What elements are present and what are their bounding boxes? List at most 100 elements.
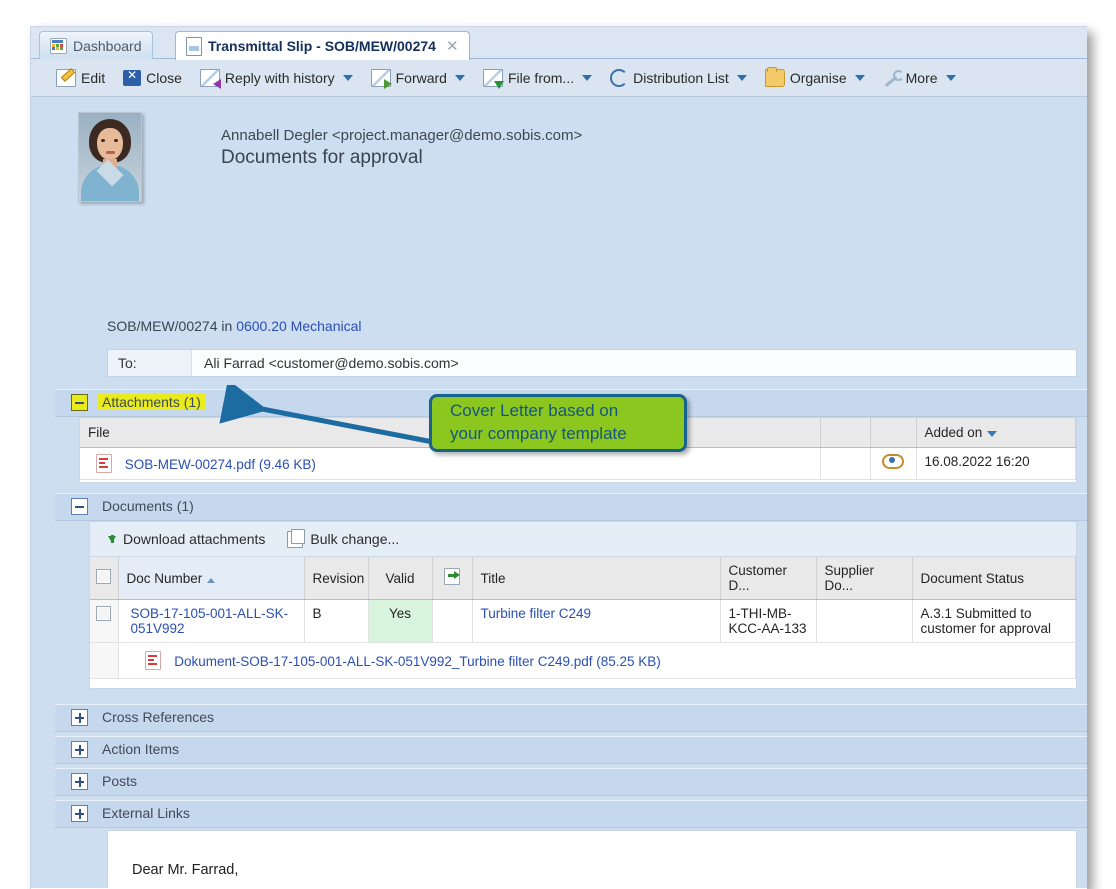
tab-transmittal-slip[interactable]: Transmittal Slip - SOB/MEW/00274 ✕ <box>175 31 470 60</box>
eye-icon[interactable] <box>882 454 904 469</box>
section-title-cross-references: Cross References <box>102 709 214 725</box>
attachment-file-link[interactable]: SOB-MEW-00274.pdf (9.46 KB) <box>125 457 316 472</box>
download-attachments-button[interactable]: Download attachments <box>108 531 265 547</box>
column-added-on[interactable]: Added on <box>916 418 1076 448</box>
copy-pages-icon <box>287 531 303 548</box>
distribution-list-button[interactable]: Distribution List <box>601 65 756 91</box>
recipient-row: To: Ali Farrad <customer@demo.sobis.com> <box>107 349 1077 377</box>
attachment-added-on-cell: 16.08.2022 16:20 <box>916 448 1076 480</box>
green-arrow-icon <box>444 568 460 585</box>
section-header-external-links[interactable]: External Links <box>55 800 1087 828</box>
file-from-button-label: File from... <box>508 70 574 86</box>
row-checkbox-cell[interactable] <box>90 600 118 643</box>
section-header-posts[interactable]: Posts <box>55 768 1087 796</box>
transfer-cell <box>432 600 472 643</box>
edit-button-label: Edit <box>81 70 105 86</box>
document-status-cell: A.3.1 Submitted to customer for approval <box>912 600 1076 643</box>
checkbox-icon[interactable] <box>96 606 111 621</box>
expand-toggle-posts[interactable] <box>71 773 88 790</box>
slip-folder-link[interactable]: 0600.20 Mechanical <box>236 318 361 334</box>
more-button[interactable]: More <box>874 66 965 90</box>
documents-table: Doc Number Revision Valid Title Customer… <box>90 557 1076 679</box>
edit-pencil-icon <box>56 69 76 87</box>
slip-id: SOB/MEW/00274 <box>107 318 218 334</box>
folder-icon <box>765 69 785 87</box>
pdf-icon <box>145 651 161 670</box>
section-header-cross-references[interactable]: Cross References <box>55 704 1087 732</box>
chevron-down-icon[interactable] <box>582 75 592 81</box>
expand-toggle-action-items[interactable] <box>71 741 88 758</box>
document-attachment-link[interactable]: Dokument-SOB-17-105-001-ALL-SK-051V992_T… <box>174 654 661 669</box>
column-supplier-doc[interactable]: Supplier Do... <box>816 557 912 600</box>
avatar <box>78 112 142 202</box>
column-blank-2 <box>870 418 916 448</box>
supplier-doc-cell <box>816 600 912 643</box>
organise-button[interactable]: Organise <box>756 65 874 91</box>
tab-dashboard-label: Dashboard <box>73 38 142 54</box>
column-transfer[interactable] <box>432 557 472 600</box>
checkbox-icon[interactable] <box>96 569 111 584</box>
record-body: Annabell Degler <project.manager@demo.so… <box>31 97 1087 888</box>
collapse-toggle-documents[interactable] <box>71 498 88 515</box>
attachment-spacer-cell <box>90 643 118 679</box>
left-rail <box>31 97 55 888</box>
forward-button-label: Forward <box>396 70 447 86</box>
table-row[interactable]: SOB-MEW-00274.pdf (9.46 KB) 16.08.2022 1… <box>80 448 1076 480</box>
chevron-down-icon[interactable] <box>343 75 353 81</box>
column-customer-doc[interactable]: Customer D... <box>720 557 816 600</box>
download-arrow-icon <box>108 536 116 543</box>
section-title-documents: Documents (1) <box>102 498 194 514</box>
customer-doc-cell: 1-THI-MB-KCC-AA-133 <box>720 600 816 643</box>
attachment-preview-cell[interactable] <box>870 448 916 480</box>
section-header-documents[interactable]: Documents (1) <box>55 493 1087 521</box>
edit-button[interactable]: Edit <box>47 65 114 91</box>
bulk-change-button[interactable]: Bulk change... <box>287 531 399 548</box>
chevron-down-icon[interactable] <box>455 75 465 81</box>
forward-envelope-icon <box>371 69 391 87</box>
download-attachments-label: Download attachments <box>123 531 265 547</box>
chevron-down-icon[interactable] <box>946 75 956 81</box>
close-icon[interactable]: ✕ <box>446 37 459 55</box>
forward-button[interactable]: Forward <box>362 65 474 91</box>
column-doc-number-label: Doc Number <box>127 571 203 586</box>
section-title-action-items: Action Items <box>102 741 179 757</box>
sort-desc-icon <box>987 431 997 437</box>
column-document-status[interactable]: Document Status <box>912 557 1076 600</box>
table-row[interactable]: SOB-17-105-001-ALL-SK-051V992 B Yes Turb… <box>90 600 1076 643</box>
more-button-label: More <box>906 70 938 86</box>
column-title[interactable]: Title <box>472 557 720 600</box>
message-subject: Documents for approval <box>221 147 423 169</box>
close-button[interactable]: Close <box>114 66 191 90</box>
tab-dashboard[interactable]: Dashboard <box>39 31 153 59</box>
column-revision[interactable]: Revision <box>304 557 368 600</box>
application-window: Dashboard Transmittal Slip - SOB/MEW/002… <box>30 26 1087 889</box>
column-valid[interactable]: Valid <box>368 557 432 600</box>
revision-cell: B <box>304 600 368 643</box>
column-doc-number[interactable]: Doc Number <box>118 557 304 600</box>
bulk-change-label: Bulk change... <box>310 531 399 547</box>
tab-bar: Dashboard Transmittal Slip - SOB/MEW/002… <box>31 27 1087 59</box>
valid-cell: Yes <box>368 600 432 643</box>
documents-table-header: Doc Number Revision Valid Title Customer… <box>90 557 1076 600</box>
reply-with-history-button[interactable]: Reply with history <box>191 65 362 91</box>
section-header-action-items[interactable]: Action Items <box>55 736 1087 764</box>
collapse-toggle-attachments[interactable] <box>71 394 88 411</box>
section-title-posts: Posts <box>102 773 137 789</box>
expand-toggle-external-links[interactable] <box>71 805 88 822</box>
documents-action-bar: Download attachments Bulk change... <box>90 522 1076 557</box>
chevron-down-icon[interactable] <box>855 75 865 81</box>
title-link[interactable]: Turbine filter C249 <box>481 606 592 621</box>
doc-number-link[interactable]: SOB-17-105-001-ALL-SK-051V992 <box>131 606 289 636</box>
table-row-attachment[interactable]: Dokument-SOB-17-105-001-ALL-SK-051V992_T… <box>90 643 1076 679</box>
expand-toggle-cross-references[interactable] <box>71 709 88 726</box>
file-from-button[interactable]: File from... <box>474 65 601 91</box>
column-select-all[interactable] <box>90 557 118 600</box>
message-header <box>55 97 1087 228</box>
documents-panel: Download attachments Bulk change... <box>89 521 1077 689</box>
annotation-callout: Cover Letter based on your company templ… <box>429 394 687 452</box>
slip-in-word: in <box>221 318 232 334</box>
doc-number-cell: SOB-17-105-001-ALL-SK-051V992 <box>118 600 304 643</box>
chevron-down-icon[interactable] <box>737 75 747 81</box>
sort-asc-icon <box>207 578 215 583</box>
document-attachment-cell: Dokument-SOB-17-105-001-ALL-SK-051V992_T… <box>118 643 1076 679</box>
